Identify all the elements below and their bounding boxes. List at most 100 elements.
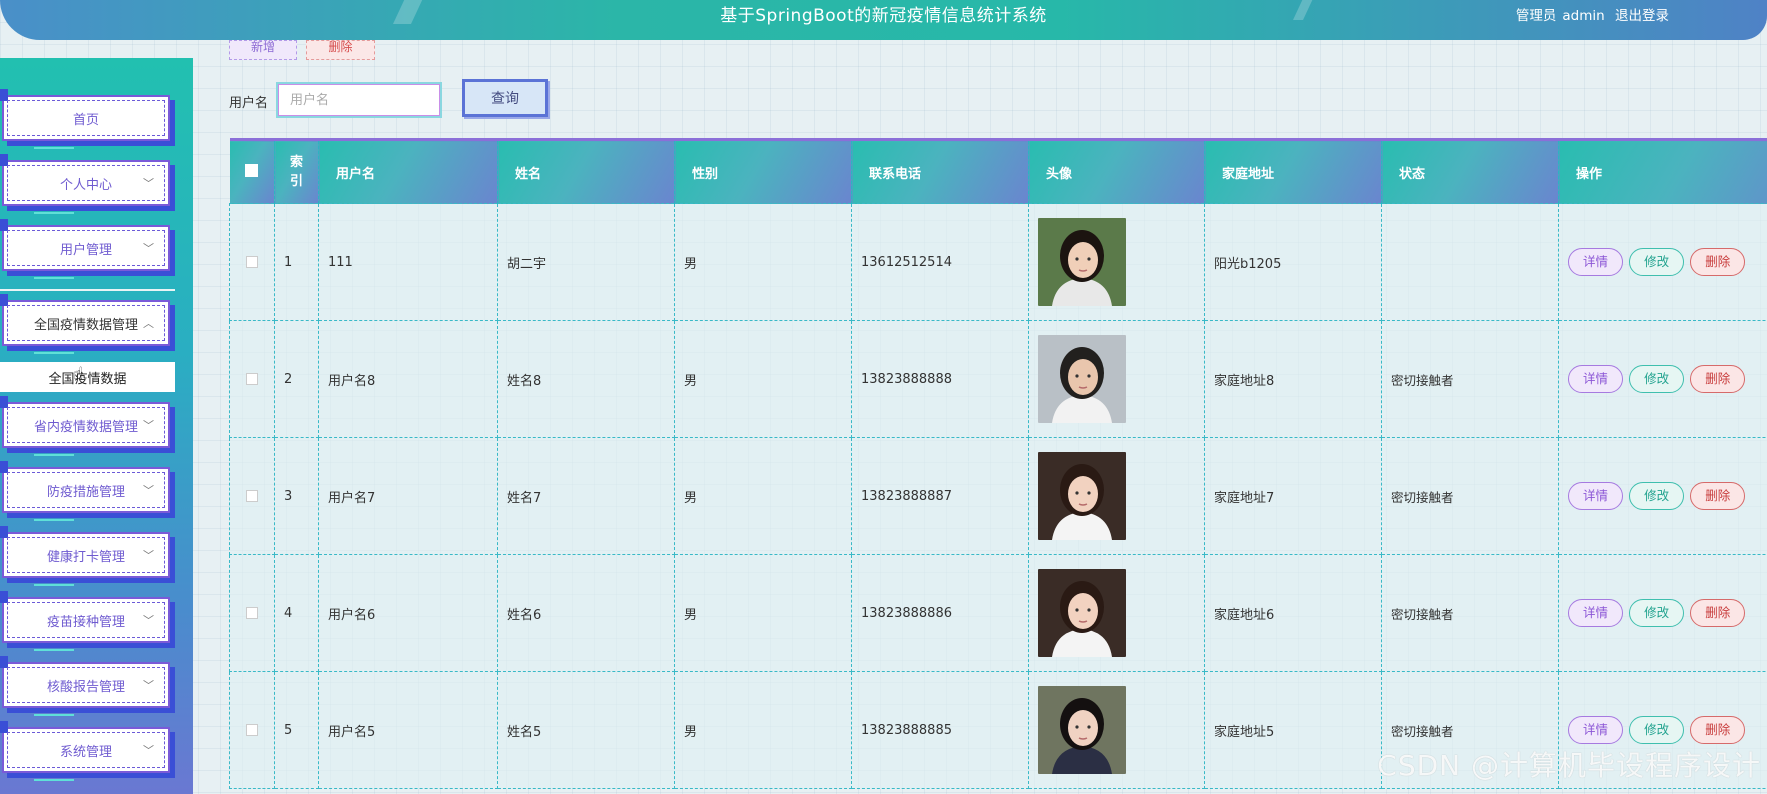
logout-link[interactable]: 退出登录: [1615, 8, 1669, 24]
avatar-image: [1038, 686, 1126, 774]
cell-actions: 详情 修改 删除: [1558, 554, 1767, 672]
cell-username: 用户名5: [318, 671, 498, 789]
sidebar-item-frame: 首页: [7, 100, 165, 136]
username-search-input[interactable]: [276, 82, 442, 118]
chevron-down-icon: ﹀: [143, 679, 154, 692]
sidebar-item-6[interactable]: 健康打卡管理 ﹀: [0, 526, 170, 586]
row-select-cell[interactable]: [229, 671, 275, 789]
col-avatar: 头像: [1028, 139, 1205, 204]
row-checkbox[interactable]: [246, 724, 258, 736]
sidebar-item-label: 省内疫情数据管理: [33, 419, 138, 435]
cell-index: 2: [274, 320, 319, 438]
sidebar-item-3[interactable]: 全国疫情数据管理 ︿: [0, 294, 170, 354]
col-username: 用户名: [318, 139, 498, 204]
edit-button[interactable]: 修改: [1629, 599, 1685, 627]
sidebar-item-1[interactable]: 个人中心 ﹀: [0, 154, 170, 214]
cell-username: 111: [318, 203, 498, 321]
chevron-down-icon: ﹀: [143, 419, 154, 432]
watermark: CSDN @计算机毕设程序设计: [1377, 749, 1761, 782]
sidebar-item-frame: 健康打卡管理 ﹀: [7, 537, 165, 573]
detail-button[interactable]: 详情: [1568, 716, 1623, 744]
detail-button[interactable]: 详情: [1568, 482, 1623, 510]
table-row: 1 111 胡二宇男 13612512514 阳光b1205 详情 修改 删除: [229, 203, 1767, 321]
sidebar-item-8[interactable]: 核酸报告管理 ﹀: [0, 656, 170, 716]
row-select-cell[interactable]: [229, 554, 275, 672]
sidebar-item-5[interactable]: 防疫措施管理 ﹀: [0, 461, 170, 521]
user-info: 管理员 admin 退出登录: [1510, 4, 1669, 24]
chevron-up-icon: ︿: [143, 317, 154, 330]
user-role: 管理员: [1515, 8, 1557, 24]
cell-avatar: [1028, 320, 1205, 438]
sidebar-item-decoration: [34, 277, 74, 279]
cell-index: 3: [274, 437, 319, 555]
sidebar-item-7[interactable]: 疫苗接种管理 ﹀: [0, 591, 170, 651]
row-select-cell[interactable]: [229, 203, 275, 321]
col-status: 状态: [1381, 139, 1559, 204]
sidebar-item-frame: 全国疫情数据管理 ︿: [7, 305, 165, 341]
cell-username: 用户名6: [318, 554, 498, 672]
avatar-image: [1038, 452, 1126, 540]
col-address: 家庭地址: [1204, 139, 1382, 204]
sidebar-item-0[interactable]: 首页: [0, 89, 170, 149]
row-delete-button[interactable]: 删除: [1690, 248, 1746, 276]
edit-button[interactable]: 修改: [1629, 365, 1685, 393]
cell-actions: 详情 修改 删除: [1558, 203, 1767, 321]
col-name: 姓名: [497, 139, 675, 204]
top-header: 基于SpringBoot的新冠疫情信息统计系统 管理员 admin 退出登录: [0, 0, 1767, 40]
sidebar-item-decoration: [34, 212, 74, 214]
row-select-cell[interactable]: [229, 320, 275, 438]
row-delete-button[interactable]: 删除: [1690, 482, 1746, 510]
edit-button[interactable]: 修改: [1629, 248, 1685, 276]
cell-phone: 13823888887: [851, 437, 1029, 555]
sidebar-item-frame: 系统管理 ﹀: [7, 732, 165, 768]
sidebar-item-4[interactable]: 省内疫情数据管理 ﹀: [0, 396, 170, 456]
sidebar-item-decoration: [34, 584, 74, 586]
cell-status: [1381, 203, 1559, 321]
detail-button[interactable]: 详情: [1568, 248, 1623, 276]
cell-status: 密切接触者: [1381, 437, 1559, 555]
avatar-image: [1038, 218, 1126, 306]
edit-button[interactable]: 修改: [1629, 482, 1685, 510]
search-label: 用户名: [229, 96, 269, 111]
sidebar-item-decoration: [34, 714, 74, 716]
edit-button[interactable]: 修改: [1629, 716, 1685, 744]
chevron-down-icon: ﹀: [143, 614, 154, 627]
add-button[interactable]: 新增: [229, 40, 297, 60]
cell-index: 4: [274, 554, 319, 672]
row-checkbox[interactable]: [246, 490, 258, 502]
cell-address: 阳光b1205: [1204, 203, 1382, 321]
cell-actions: 详情 修改 删除: [1558, 320, 1767, 438]
table-body: 1 111 胡二宇男 13612512514 阳光b1205 详情 修改 删除 2 用户名8 姓…: [229, 203, 1767, 789]
sidebar-item-2[interactable]: 用户管理 ﹀: [0, 219, 170, 279]
row-delete-button[interactable]: 删除: [1690, 365, 1746, 393]
cell-address: 家庭地址6: [1204, 554, 1382, 672]
sidebar-item-frame: 疫苗接种管理 ﹀: [7, 602, 165, 638]
cell-gender: 男: [674, 320, 852, 438]
row-select-cell[interactable]: [229, 437, 275, 555]
delete-button[interactable]: 删除: [306, 40, 375, 60]
detail-button[interactable]: 详情: [1568, 599, 1623, 627]
query-button[interactable]: 查询: [462, 79, 548, 117]
row-checkbox[interactable]: [246, 607, 258, 619]
row-checkbox[interactable]: [246, 373, 258, 385]
row-checkbox[interactable]: [246, 256, 258, 268]
sidebar-item-label: 健康打卡管理: [46, 549, 125, 565]
table-row: 4 用户名6 姓名6 男 13823888886 家庭地址6 密切接触者 详情 修改 删除: [229, 554, 1767, 672]
cell-gender: 男: [674, 671, 852, 789]
sidebar-item-decoration: [34, 352, 74, 354]
sidebar-item-label: 个人中心: [59, 177, 112, 193]
cell-phone: 13823888886: [851, 554, 1029, 672]
row-delete-button[interactable]: 删除: [1690, 716, 1746, 744]
chevron-down-icon: ﹀: [143, 177, 154, 190]
sidebar-item-label: 疫苗接种管理: [46, 614, 125, 630]
sidebar-item-decoration: [34, 519, 74, 521]
select-all-cell[interactable]: [229, 139, 275, 204]
cell-status: 密切接触者: [1381, 320, 1559, 438]
select-all-checkbox[interactable]: [245, 163, 259, 177]
row-delete-button[interactable]: 删除: [1690, 599, 1746, 627]
sidebar-subitem-national-data[interactable]: 全国疫情数据: [0, 362, 175, 392]
sidebar-item-label: 防疫措施管理: [46, 484, 125, 500]
sidebar-item-9[interactable]: 系统管理 ﹀: [0, 721, 170, 781]
cell-phone: 13823888888: [851, 320, 1029, 438]
detail-button[interactable]: 详情: [1568, 365, 1623, 393]
